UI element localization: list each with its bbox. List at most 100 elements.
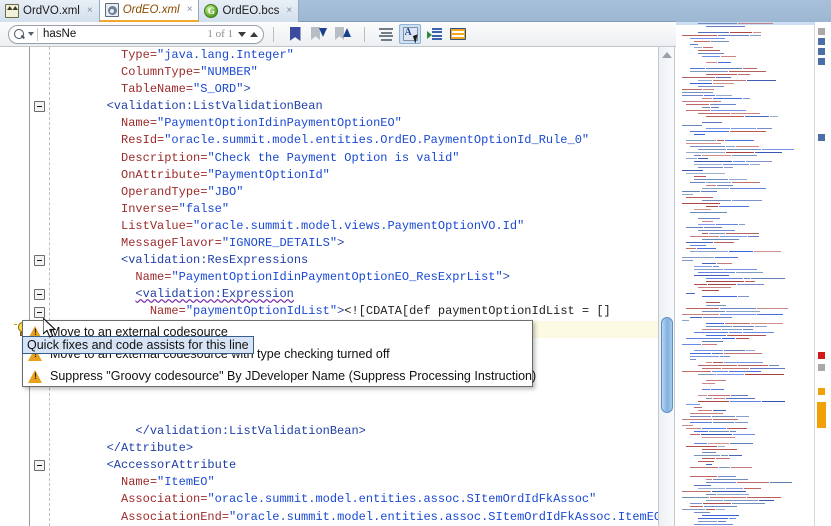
- minimap-token: [727, 427, 747, 430]
- chevron-down-icon[interactable]: [28, 32, 34, 36]
- editor-marker-bar[interactable]: [814, 22, 831, 526]
- code-line[interactable]: MessageFlavor="IGNORE_DETAILS">: [49, 235, 658, 252]
- minimap-token: [694, 160, 732, 163]
- code-token: "S_ORD": [193, 82, 244, 97]
- minimap-token: [717, 373, 744, 376]
- marker-indicator[interactable]: [818, 58, 825, 65]
- fold-collapse-icon[interactable]: [34, 255, 45, 267]
- marker-indicator[interactable]: [818, 388, 825, 395]
- minimap-token: [702, 55, 720, 58]
- code-token: ColumnType=: [121, 65, 201, 80]
- code-line[interactable]: ListValue="oracle.summit.model.views.Pay…: [49, 218, 658, 235]
- code-line[interactable]: Name="PaymentOptionIdinPaymentOptionEO": [49, 115, 658, 132]
- minimap-token: [702, 451, 716, 454]
- select-text-button[interactable]: [399, 24, 421, 44]
- tab-ordeo-xml[interactable]: OrdEO.xml ×: [99, 0, 200, 22]
- minimap-token: [682, 193, 693, 196]
- tab-close-icon[interactable]: ×: [187, 5, 193, 15]
- code-line[interactable]: Name="paymentOptionIdList"><![CDATA[def …: [49, 303, 658, 320]
- xml-source-editor[interactable]: Type="java.lang.Integer" ColumnType="NUM…: [0, 47, 658, 526]
- minimap-token: [750, 34, 761, 37]
- code-line[interactable]: Association="oracle.summit.model.entitie…: [49, 491, 658, 508]
- minimap-token: [686, 307, 719, 310]
- code-line[interactable]: OnAttribute="PaymentOptionId": [49, 167, 658, 184]
- minimap-token: [682, 190, 700, 193]
- search-previous-button[interactable]: [250, 31, 258, 37]
- minimap-token: [694, 430, 708, 433]
- quick-fix-menu-item[interactable]: Suppress "Groovy codesource" By JDevelop…: [23, 365, 536, 387]
- code-line[interactable]: [49, 406, 658, 423]
- minimap-token: [714, 241, 734, 244]
- minimap-token: [729, 250, 753, 253]
- fold-collapse-icon[interactable]: [34, 289, 45, 301]
- next-bookmark-button[interactable]: [308, 24, 330, 44]
- bookmark-icon: [289, 27, 301, 41]
- vertical-scroll-thumb[interactable]: [661, 317, 673, 413]
- editor-vertical-scrollbar[interactable]: [658, 47, 675, 526]
- toggle-bookmark-button[interactable]: [284, 24, 306, 44]
- minimap-token: [718, 520, 726, 523]
- marker-indicator[interactable]: [818, 352, 825, 359]
- marker-indicator[interactable]: [818, 134, 825, 141]
- minimap-token: [698, 364, 737, 367]
- fold-collapse-icon[interactable]: [34, 101, 45, 113]
- editor-gutter[interactable]: [0, 47, 30, 526]
- code-line[interactable]: <validation:ListValidationBean: [49, 98, 658, 115]
- minimap-token: [720, 355, 730, 358]
- code-line[interactable]: OperandType="JBO": [49, 184, 658, 201]
- code-line[interactable]: Inverse="false": [49, 201, 658, 218]
- minimap-token: [706, 508, 715, 511]
- code-line[interactable]: </validation:ListValidationBean>: [49, 423, 658, 440]
- minimap-token: [713, 478, 748, 481]
- code-token: "paymentOptionIdList": [185, 304, 338, 319]
- tab-ordeo-bcs[interactable]: G OrdEO.bcs ×: [199, 0, 300, 22]
- marker-indicator[interactable]: [818, 48, 825, 55]
- minimap-token: [721, 454, 728, 457]
- code-line[interactable]: [49, 389, 658, 406]
- minimap-token: [690, 316, 702, 319]
- tab-close-icon[interactable]: ×: [286, 6, 292, 16]
- marker-indicator[interactable]: [818, 28, 825, 35]
- fold-collapse-icon[interactable]: [34, 306, 45, 318]
- fold-collapse-icon[interactable]: [34, 460, 45, 472]
- code-line[interactable]: Description="Check the Payment Option is…: [49, 150, 658, 167]
- code-line[interactable]: AssociationEnd="oracle.summit.model.enti…: [49, 509, 658, 526]
- code-line[interactable]: ColumnType="NUMBER": [49, 64, 658, 81]
- marker-indicator[interactable]: [818, 38, 825, 45]
- code-text-area[interactable]: Type="java.lang.Integer" ColumnType="NUM…: [49, 47, 658, 526]
- goto-block-button[interactable]: [423, 24, 445, 44]
- keyboard-shortcut-button[interactable]: [447, 24, 469, 44]
- scroll-up-arrow-icon[interactable]: [659, 47, 674, 62]
- minimap-token: [702, 343, 717, 346]
- tab-label: OrdVO.xml: [23, 5, 80, 17]
- minimap-token: [702, 388, 710, 391]
- minimap-token: [724, 352, 762, 355]
- code-folding-column[interactable]: [31, 47, 49, 526]
- code-line[interactable]: Name="ItemEO": [49, 474, 658, 491]
- tab-close-icon[interactable]: ×: [87, 6, 93, 16]
- code-thumbnail-overview[interactable]: [676, 22, 814, 526]
- marker-indicator[interactable]: [817, 402, 826, 428]
- code-line[interactable]: ResId="oracle.summit.model.entities.OrdE…: [49, 132, 658, 149]
- code-line[interactable]: </Attribute>: [49, 440, 658, 457]
- minimap-token: [729, 331, 742, 334]
- search-box[interactable]: 1 of 1: [8, 24, 264, 44]
- search-input[interactable]: [43, 28, 208, 40]
- search-next-button[interactable]: [238, 31, 246, 37]
- minimap-token: [751, 277, 785, 280]
- minimap-token: [703, 502, 731, 505]
- tab-ordvo-xml[interactable]: OrdVO.xml ×: [0, 0, 100, 22]
- minimap-token: [694, 163, 722, 166]
- format-lines-button[interactable]: [375, 24, 397, 44]
- code-line[interactable]: <validation:ResExpressions: [49, 252, 658, 269]
- toolbar-divider: [273, 26, 274, 42]
- minimap-token: [708, 283, 736, 286]
- previous-bookmark-button[interactable]: [332, 24, 354, 44]
- code-line[interactable]: Type="java.lang.Integer": [49, 47, 658, 64]
- code-line[interactable]: TableName="S_ORD">: [49, 81, 658, 98]
- marker-indicator[interactable]: [818, 364, 825, 371]
- code-line[interactable]: Name="PaymentOptionIdinPaymentOptionEO_R…: [49, 269, 658, 286]
- xml-document-icon: [5, 4, 19, 18]
- code-line[interactable]: <validation:Expression: [49, 286, 658, 303]
- code-line[interactable]: <AccessorAttribute: [49, 457, 658, 474]
